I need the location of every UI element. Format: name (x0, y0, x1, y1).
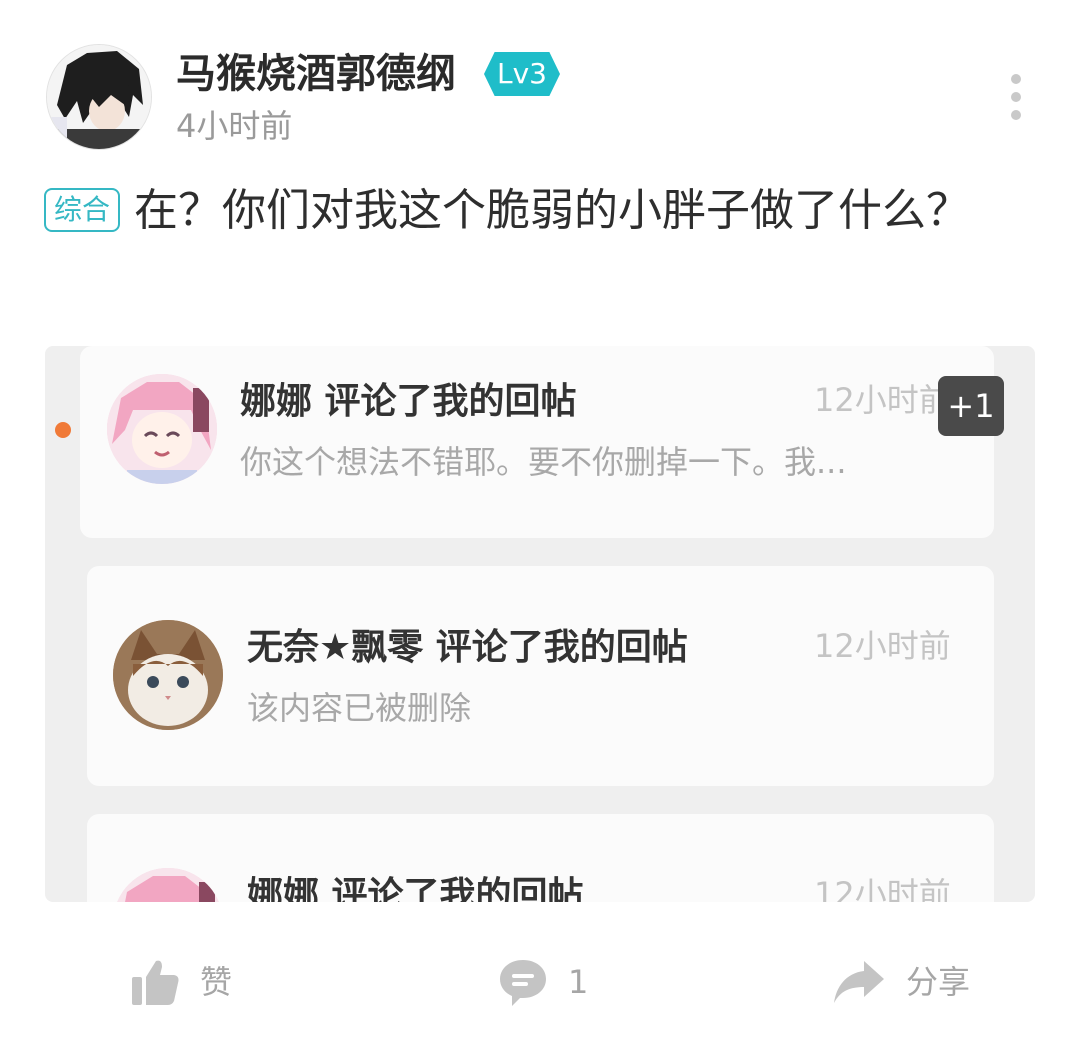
notification-card: 娜娜 评论了我的回帖 12小时前 你这个想法不错耶。要不你删掉一下。我... (80, 346, 994, 538)
notification-title: 娜娜 评论了我的回帖 (240, 381, 577, 422)
like-label: 赞 (200, 963, 233, 1001)
author-avatar[interactable] (46, 44, 152, 150)
notification-body: 该内容已被删除 (247, 689, 472, 727)
share-arrow-icon (834, 961, 884, 1003)
notification-card: 无奈★飘零 评论了我的回帖 12小时前 该内容已被删除 (87, 566, 994, 786)
comment-icon (500, 960, 546, 1006)
comment-count: 1 (568, 963, 589, 1001)
post-image[interactable]: 娜娜 评论了我的回帖 12小时前 你这个想法不错耶。要不你删掉一下。我... +… (45, 346, 1035, 902)
share-button[interactable]: 分享 (832, 954, 970, 1010)
author-avatar-image (47, 45, 151, 149)
share-label: 分享 (906, 963, 971, 1001)
commenter-avatar (107, 374, 217, 484)
commenter-avatar (113, 620, 223, 730)
more-dots-icon (1011, 74, 1021, 84)
notification-card: 娜娜 评论了我的回帖 12小时前 (87, 814, 994, 902)
more-options-button[interactable] (1004, 74, 1028, 120)
post-title: 综合 在？你们对我这个脆弱的小胖子做了什么？ (44, 176, 984, 246)
plus-one-badge: +1 (938, 376, 1004, 436)
notification-time: 12小时前 (814, 381, 951, 419)
like-button[interactable]: 赞 (130, 954, 232, 1010)
comment-button[interactable]: 1 (498, 954, 588, 1010)
commenter-avatar (113, 868, 223, 902)
author-name[interactable]: 马猴烧酒郭德纲 (176, 48, 456, 100)
thumbs-up-icon (132, 960, 179, 1005)
post-title-text: 在？你们对我这个脆弱的小胖子做了什么？ (134, 185, 971, 236)
unread-dot-icon (55, 422, 71, 438)
level-badge: Lv3 (484, 52, 560, 96)
notification-title: 无奈★飘零 评论了我的回帖 (247, 627, 688, 668)
category-tag[interactable]: 综合 (44, 188, 121, 232)
notification-time: 12小时前 (814, 875, 951, 902)
notification-body: 你这个想法不错耶。要不你删掉一下。我... (240, 443, 847, 481)
post-time: 4小时前 (176, 107, 293, 145)
notification-time: 12小时前 (814, 627, 951, 665)
notification-title: 娜娜 评论了我的回帖 (247, 875, 584, 902)
